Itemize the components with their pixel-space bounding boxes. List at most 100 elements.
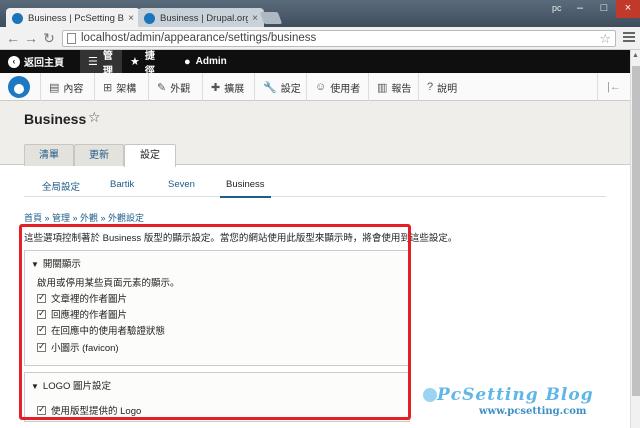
scroll-thumb[interactable] — [632, 66, 640, 396]
user-link[interactable]: ● Admin — [176, 50, 236, 73]
wrench-icon: 🔧 — [263, 81, 277, 94]
checkbox-row[interactable]: 回應裡的作者圖片 — [37, 307, 127, 321]
page-header: Business ☆ 清單 更新 設定 — [0, 101, 630, 167]
checkbox[interactable] — [37, 292, 46, 303]
browser-user-label[interactable]: pc — [552, 3, 562, 13]
tab-title: Business | Drupal.org — [160, 12, 249, 24]
tab-list[interactable]: 清單 — [24, 144, 74, 166]
checkbox-row[interactable]: 在回應中的使用者驗證狀態 — [37, 323, 165, 337]
checkbox-label[interactable]: 回應裡的作者圖片 — [51, 307, 127, 321]
tab-settings[interactable]: 設定 — [124, 144, 176, 167]
checkbox-label[interactable]: 在回應中的使用者驗證狀態 — [51, 323, 165, 337]
menu-bars-icon: ☰ — [88, 56, 98, 68]
checkbox-label[interactable]: 小圖示 (favicon) — [51, 340, 119, 354]
back-arrow-icon[interactable]: ← — [4, 30, 22, 46]
watermark: PcSetting Blog www.pcsetting.com — [423, 385, 594, 417]
checkbox[interactable] — [37, 341, 46, 352]
drupal-favicon-icon — [144, 12, 155, 24]
tray-item-configuration[interactable]: 🔧 設定 — [254, 73, 309, 101]
tray-item-extend[interactable]: ✚ 擴展 — [202, 73, 252, 101]
tray-orientation-toggle-icon[interactable]: |← — [597, 73, 630, 101]
logo-settings-fieldset: ▼LOGO 圖片設定 使用版型提供的 Logo — [24, 372, 410, 422]
tab-close-icon[interactable]: × — [252, 13, 258, 24]
manage-label: 管理 — [102, 50, 113, 77]
document-icon: ▤ — [49, 81, 60, 94]
paint-brush-icon: ✎ — [157, 81, 167, 94]
tray-item-label: 內容 — [63, 83, 84, 95]
checkbox[interactable] — [37, 404, 46, 415]
logo-settings-legend[interactable]: ▼ LOGO 圖片設定 — [31, 378, 111, 392]
browser-tab-inactive[interactable]: Business | Drupal.org × — [138, 8, 264, 27]
address-bar[interactable]: localhost/admin/appearance/settings/busi… — [62, 30, 616, 47]
add-shortcut-star-icon[interactable]: ☆ — [88, 109, 101, 126]
drupal-admin-bar: ‹ 返回主頁 ☰ 管理 ★ 捷徑 ● Admin — [0, 50, 630, 77]
chart-icon: ▥ — [377, 81, 388, 94]
tray-item-reports[interactable]: ▥ 報告 — [368, 73, 419, 101]
close-window-icon[interactable]: × — [616, 0, 640, 18]
checkbox[interactable] — [37, 324, 46, 335]
url-text[interactable]: localhost/admin/appearance/settings/busi… — [81, 32, 316, 44]
collapse-triangle-icon: ▼ — [31, 382, 39, 391]
back-circle-icon: ‹ — [8, 55, 20, 68]
watermark-url: www.pcsetting.com — [479, 406, 587, 417]
minimize-icon[interactable]: – — [568, 0, 592, 18]
shortcuts-label: 捷徑 — [144, 50, 155, 77]
page-icon — [67, 33, 76, 44]
reload-icon[interactable]: ↻ — [40, 30, 58, 46]
toggle-display-legend[interactable]: ▼ 開關顯示 — [31, 256, 81, 270]
tab-title: Business | PcSetting Blo — [28, 12, 125, 24]
back-label: 返回主頁 — [24, 58, 64, 69]
checkbox-label[interactable]: 文章裡的作者圖片 — [51, 291, 127, 305]
person-icon: ● — [184, 55, 191, 68]
page-title: Business — [24, 111, 87, 127]
star-icon: ★ — [130, 56, 140, 68]
checkbox-row[interactable]: 小圖示 (favicon) — [37, 340, 119, 354]
structure-icon: ⊞ — [103, 81, 113, 94]
checkbox-row[interactable]: 使用版型提供的 Logo — [37, 403, 141, 417]
checkbox[interactable] — [37, 308, 46, 319]
toggle-display-fieldset: ▼開關顯示 啟用或停用某些頁面元素的顯示。 文章裡的作者圖片 回應裡的作者圖片 … — [24, 250, 410, 366]
tray-item-label: 架構 — [116, 83, 137, 95]
shortcuts-link[interactable]: ★ 捷徑 — [122, 50, 172, 77]
subtab-seven[interactable]: Seven — [168, 179, 195, 190]
legend-text: 開關顯示 — [42, 259, 81, 270]
manage-link[interactable]: ☰ 管理 — [80, 50, 122, 77]
tray-item-label: 報告 — [391, 83, 412, 95]
browser-titlebar: Business | PcSetting Blo × Business | Dr… — [0, 0, 640, 27]
browser-tab-active[interactable]: Business | PcSetting Blo × — [6, 8, 140, 27]
tray-item-help[interactable]: ? 說明 — [418, 73, 465, 101]
drupal-favicon-icon — [12, 12, 23, 24]
people-icon: ☺ — [315, 81, 327, 93]
tray-item-people[interactable]: ☺ 使用者 — [306, 73, 368, 101]
tab-update[interactable]: 更新 — [74, 144, 124, 166]
help-icon: ? — [427, 81, 434, 93]
tab-close-icon[interactable]: × — [128, 13, 134, 24]
scroll-up-arrow-icon[interactable]: ▲ — [632, 52, 639, 59]
watermark-title: PcSetting Blog — [437, 385, 594, 405]
subtab-business[interactable]: Business — [220, 179, 271, 198]
checkbox-row[interactable]: 文章裡的作者圖片 — [37, 291, 127, 305]
bookmark-star-icon[interactable]: ☆ — [599, 31, 611, 47]
new-tab-button[interactable] — [259, 12, 283, 24]
forward-arrow-icon[interactable]: → — [22, 30, 40, 46]
tray-item-label: 說明 — [437, 83, 458, 95]
page-scrollbar[interactable]: ▲ — [630, 50, 640, 428]
checkbox-label[interactable]: 使用版型提供的 Logo — [51, 403, 141, 417]
subtab-bartik[interactable]: Bartik — [110, 179, 134, 190]
back-to-site-link[interactable]: ‹ 返回主頁 — [0, 50, 80, 73]
browser-menu-icon[interactable] — [623, 32, 635, 44]
tray-item-appearance[interactable]: ✎ 外觀 — [148, 73, 198, 101]
tray-item-label: 外觀 — [170, 83, 191, 95]
tray-item-label: 設定 — [280, 83, 301, 95]
legend-text: LOGO 圖片設定 — [42, 381, 112, 392]
breadcrumb[interactable]: 首頁 » 管理 » 外觀 » 外觀設定 — [24, 211, 144, 224]
tray-item-label: 擴展 — [224, 83, 245, 95]
maximize-icon[interactable]: □ — [592, 0, 616, 18]
tray-item-content[interactable]: ▤ 內容 — [40, 73, 91, 101]
tray-item-structure[interactable]: ⊞ 架構 — [94, 73, 144, 101]
subtab-global-settings[interactable]: 全局設定 — [42, 179, 80, 193]
watermark-bubble-icon — [423, 388, 437, 402]
secondary-tabs: 全局設定 Bartik Seven Business — [24, 175, 606, 198]
user-label: Admin — [195, 56, 227, 67]
drupal-logo-icon[interactable] — [8, 76, 30, 98]
